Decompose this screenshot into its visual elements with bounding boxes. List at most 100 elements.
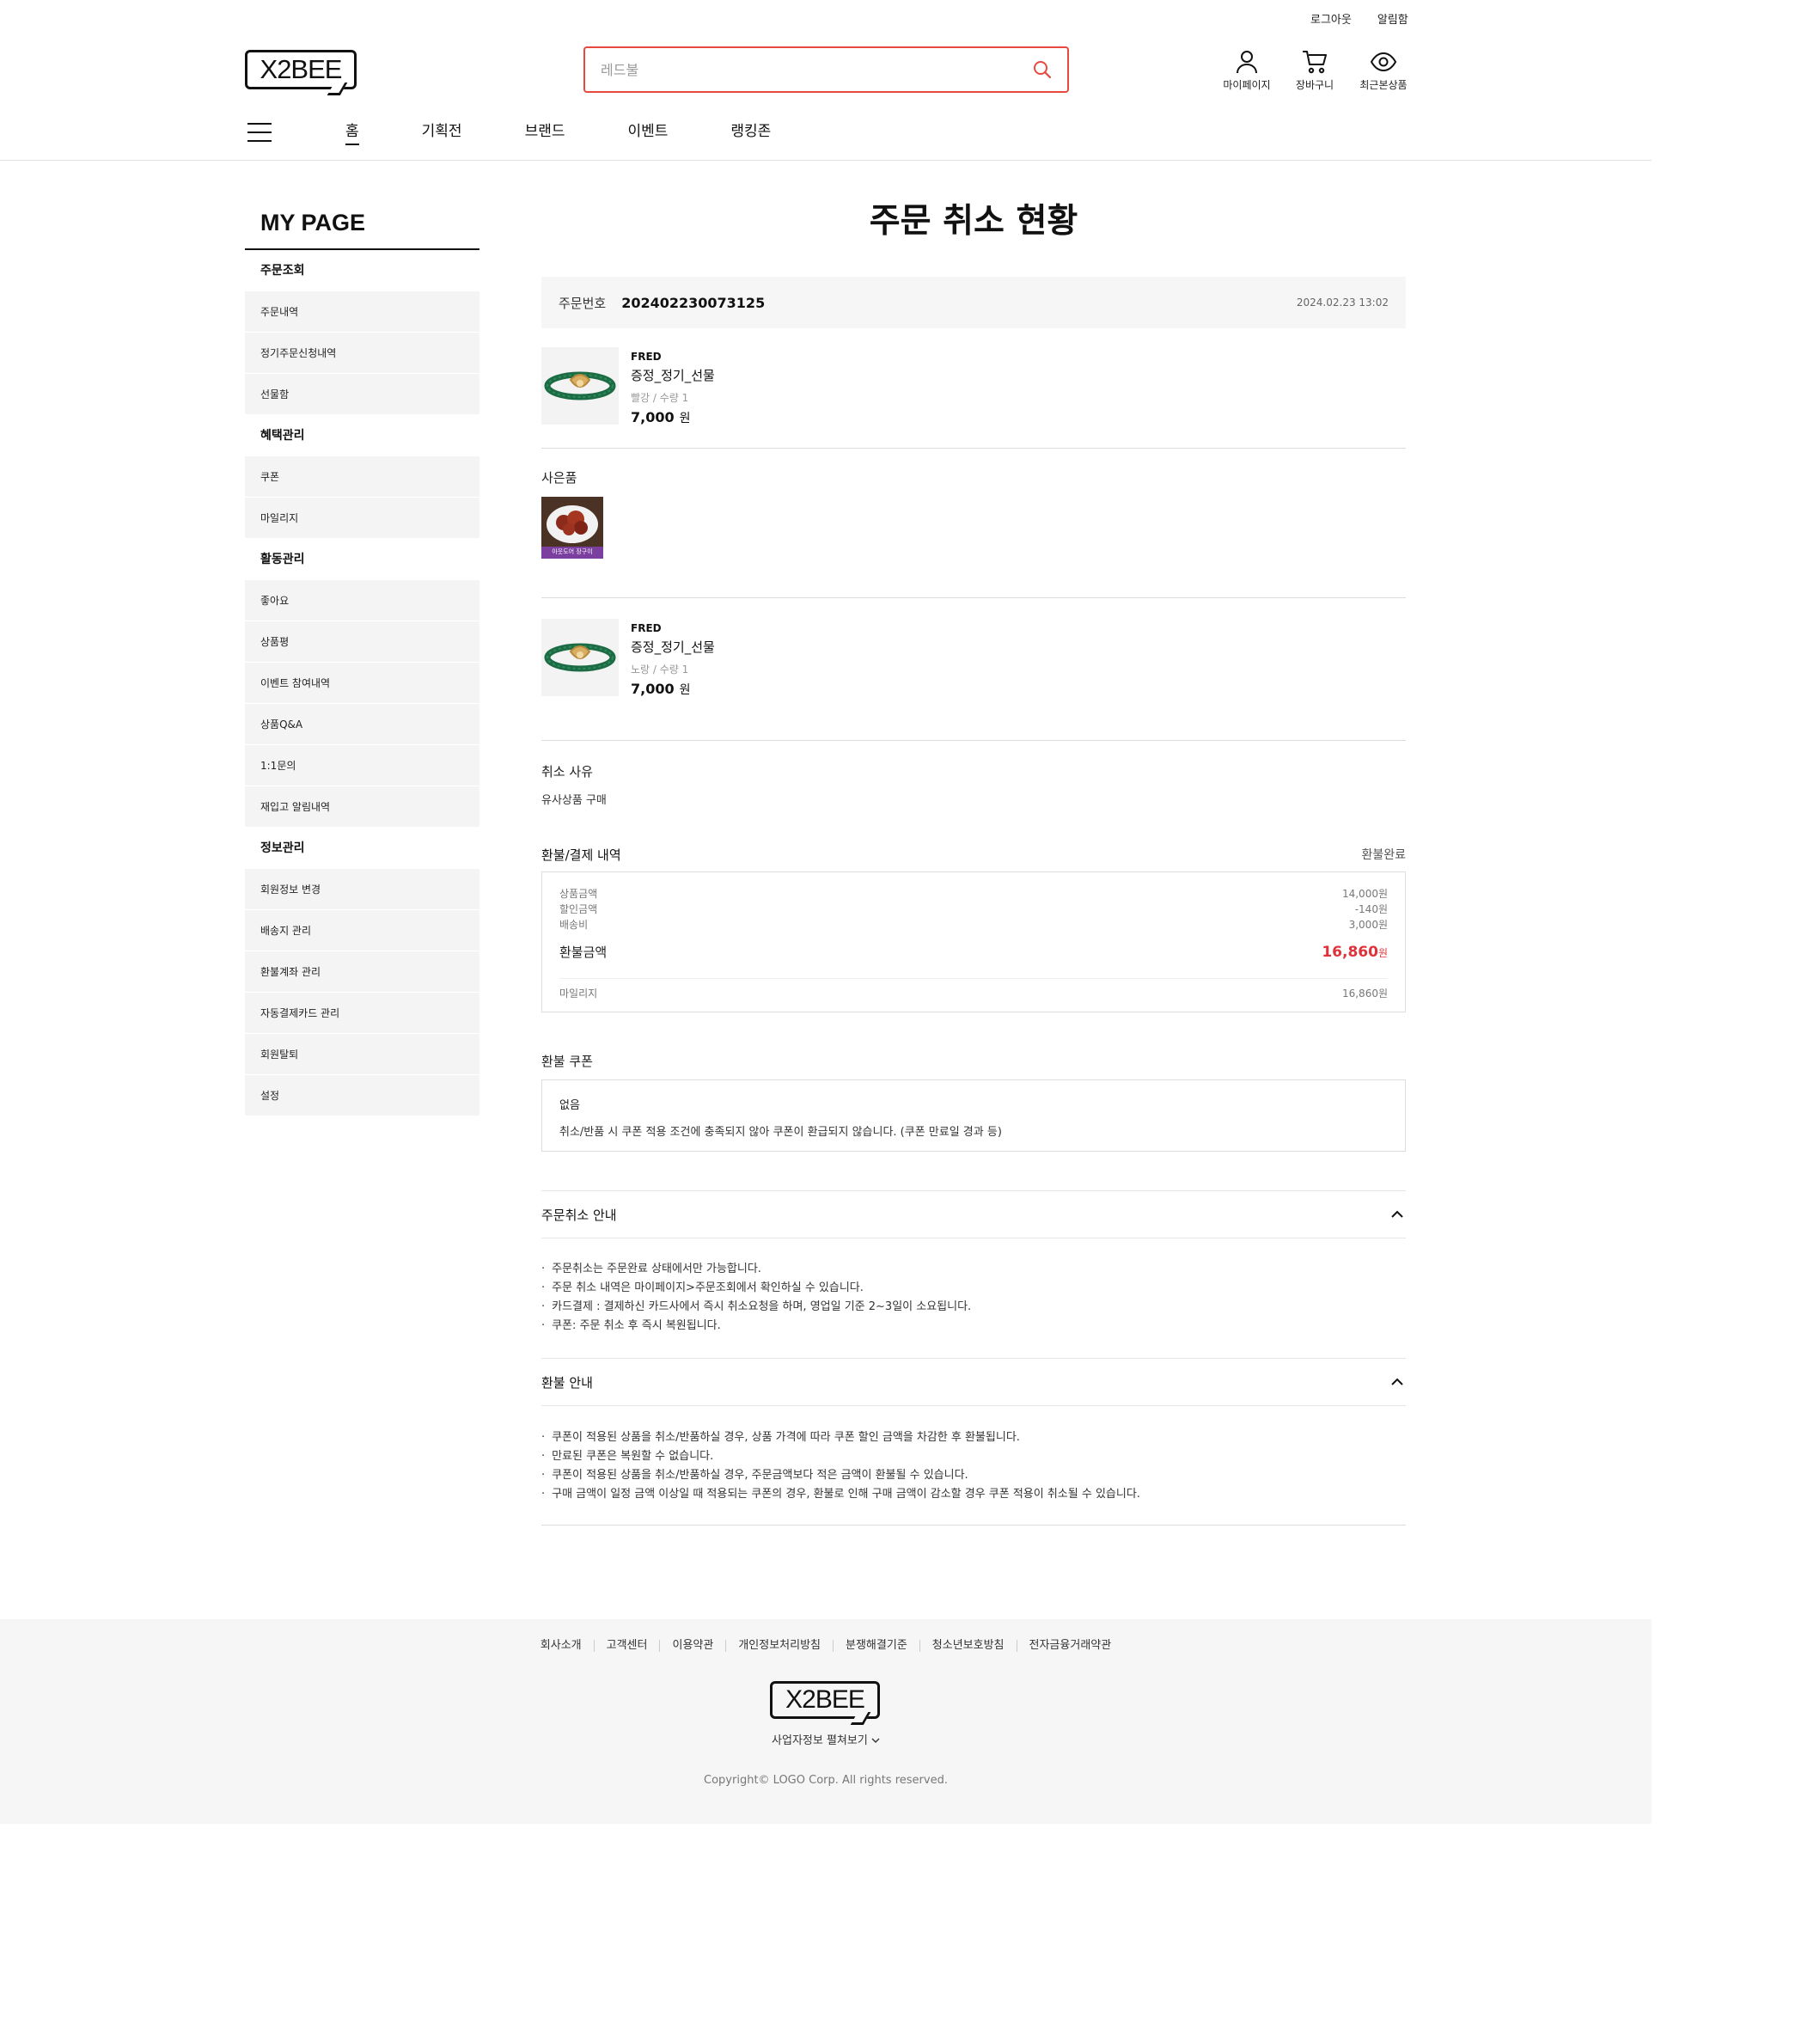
footer-links: 회사소개 고객센터 이용약관 개인정보처리방침 분쟁해결기준 청소년보호방침 전… — [0, 1640, 1652, 1652]
product-name: 증정_정기_선물 — [631, 639, 715, 655]
list-item: 쿠폰이 적용된 상품을 취소/반품하실 경우, 상품 가격에 따라 쿠폰 할인 … — [541, 1428, 1140, 1447]
sidebar-group-orders: 주문조회 — [260, 264, 305, 278]
mypage-button[interactable]: 마이페이지 — [1212, 50, 1281, 92]
cancel-reason-label: 취소 사유 — [541, 764, 593, 780]
nav-home[interactable]: 홈 — [345, 119, 359, 145]
nav-brand[interactable]: 브랜드 — [525, 119, 565, 145]
cart-icon — [1303, 51, 1327, 74]
product-price: 7,000 원 — [631, 681, 691, 698]
eye-icon — [1370, 52, 1397, 72]
sidebar-item-order-history[interactable]: 주문내역 — [245, 291, 479, 333]
list-item: 만료된 쿠폰은 복원할 수 없습니다. — [541, 1447, 1140, 1466]
sidebar-item-product-qna[interactable]: 상품Q&A — [245, 704, 479, 745]
business-info-toggle[interactable]: 사업자정보 펼쳐보기 — [0, 1731, 1652, 1747]
list-item: 쿠폰: 주문 취소 후 즉시 복원됩니다. — [541, 1317, 971, 1336]
nav-event[interactable]: 이벤트 — [627, 119, 668, 145]
footer-link-terms[interactable]: 이용약관 — [659, 1640, 725, 1652]
refund-guide-toggle[interactable]: 환불 안내 — [541, 1358, 1406, 1406]
main-nav: 홈 기획전 브랜드 이벤트 랭킹존 — [247, 119, 834, 145]
sidebar-item-restock-alerts[interactable]: 재입고 알림내역 — [245, 786, 479, 828]
sidebar-group-benefits: 혜택관리 — [260, 429, 305, 443]
row-label: 상품금액 — [559, 888, 598, 900]
list-item: 주문취소는 주문완료 상태에서만 가능합니다. — [541, 1260, 971, 1279]
footer-link-dispute[interactable]: 분쟁해결기준 — [833, 1640, 919, 1652]
cart-button[interactable]: 장바구니 — [1280, 50, 1349, 92]
hamburger-menu-icon[interactable] — [247, 122, 272, 142]
sidebar-item-events[interactable]: 이벤트 참여내역 — [245, 663, 479, 704]
refund-header: 환불/결제 내역 환불완료 — [541, 846, 1406, 864]
order-info-bar: 주문번호 202402230073125 2024.02.23 13:02 — [541, 277, 1406, 328]
product-item[interactable]: FRED 증정_정기_선물 노랑 / 수량 1 7,000 원 — [541, 619, 1406, 698]
utility-links: 로그아웃 알림함 — [1310, 10, 1408, 27]
nav-exhibition[interactable]: 기획전 — [422, 119, 462, 145]
search-input[interactable] — [601, 61, 1033, 78]
footer-link-company[interactable]: 회사소개 — [528, 1640, 594, 1652]
sidebar-item-addresses[interactable]: 배송지 관리 — [245, 910, 479, 951]
mileage-value: 16,860원 — [1341, 988, 1388, 1000]
refund-row: 할인금액 -140원 — [559, 902, 1388, 917]
refund-guide-title: 환불 안내 — [541, 1374, 593, 1391]
cancel-guide-title: 주문취소 안내 — [541, 1207, 617, 1223]
sidebar-item-reviews[interactable]: 상품평 — [245, 621, 479, 663]
sidebar-item-subscription[interactable]: 정기주문신청내역 — [245, 333, 479, 374]
nav-ranking[interactable]: 랭킹존 — [730, 119, 771, 145]
sidebar-item-likes[interactable]: 좋아요 — [245, 580, 479, 621]
sidebar-item-auto-pay-card[interactable]: 자동결제카드 관리 — [245, 993, 479, 1034]
footer-link-youth[interactable]: 청소년보호방침 — [919, 1640, 1017, 1652]
divider — [541, 740, 1406, 741]
logo[interactable]: X2BEE — [245, 50, 357, 89]
sidebar-item-profile[interactable]: 회원정보 변경 — [245, 869, 479, 910]
sidebar-item-withdraw[interactable]: 회원탈퇴 — [245, 1034, 479, 1075]
refund-guide-list: 쿠폰이 적용된 상품을 취소/반품하실 경우, 상품 가격에 따라 쿠폰 할인 … — [541, 1428, 1140, 1504]
product-brand: FRED — [631, 622, 662, 634]
user-icon — [1237, 51, 1257, 74]
cancel-guide-list: 주문취소는 주문완료 상태에서만 가능합니다. 주문 취소 내역은 마이페이지>… — [541, 1260, 971, 1336]
price-value: 7,000 — [631, 409, 675, 425]
recent-items-button[interactable]: 최근본상품 — [1349, 50, 1418, 92]
sidebar-item-coupon[interactable]: 쿠폰 — [245, 456, 479, 498]
list-item: 구매 금액이 일정 금액 이상일 때 적용되는 쿠폰의 경우, 환불로 인해 구… — [541, 1485, 1140, 1504]
product-item[interactable]: FRED 증정_정기_선물 빨강 / 수량 1 7,000 원 — [541, 347, 1406, 426]
divider — [541, 597, 1406, 598]
business-info-label: 사업자정보 펼쳐보기 — [772, 1734, 868, 1747]
footer-link-support[interactable]: 고객센터 — [593, 1640, 660, 1652]
refund-status: 환불완료 — [1361, 848, 1406, 862]
coupon-none: 없음 — [559, 1099, 580, 1112]
header-divider — [0, 160, 1652, 161]
cart-label: 장바구니 — [1295, 79, 1334, 91]
product-option: 빨강 / 수량 1 — [631, 392, 689, 404]
sidebar-item-refund-account[interactable]: 환불계좌 관리 — [245, 951, 479, 993]
total-amount: 16,860 — [1322, 944, 1378, 961]
footer-link-privacy[interactable]: 개인정보처리방침 — [725, 1640, 833, 1652]
sidebar-title: MY PAGE — [245, 210, 479, 250]
sidebar-item-inquiry[interactable]: 1:1문의 — [245, 745, 479, 786]
refund-row: 배송비 3,000원 — [559, 917, 1388, 933]
product-name: 증정_정기_선물 — [631, 368, 715, 383]
sidebar-item-settings[interactable]: 설정 — [245, 1075, 479, 1116]
list-item: 카드결제 : 결제하신 카드사에서 즉시 취소요청을 하며, 영업일 기준 2~… — [541, 1298, 971, 1317]
notification-link[interactable]: 알림함 — [1377, 10, 1408, 27]
price-unit: 원 — [679, 412, 691, 425]
search-icon[interactable] — [1033, 60, 1052, 79]
page-title: 주문 취소 현황 — [869, 202, 1078, 241]
footer-link-efinance[interactable]: 전자금융거래약관 — [1016, 1640, 1124, 1652]
row-value: 3,000원 — [1348, 919, 1388, 931]
row-value: 14,000원 — [1341, 888, 1388, 900]
order-number-label: 주문번호 — [559, 295, 607, 311]
sidebar-group-activity: 활동관리 — [260, 553, 305, 566]
sidebar-item-gift-box[interactable]: 선물함 — [245, 374, 479, 415]
sidebar-item-mileage[interactable]: 마일리지 — [245, 498, 479, 539]
cancel-reason: 유사상품 구매 — [541, 794, 607, 807]
mileage-label: 마일리지 — [559, 988, 598, 1000]
refund-row: 상품금액 14,000원 — [559, 886, 1388, 902]
product-price: 7,000 원 — [631, 409, 691, 426]
order-date: 2024.02.23 13:02 — [1296, 297, 1389, 309]
cancel-guide-toggle[interactable]: 주문취소 안내 — [541, 1190, 1406, 1238]
refund-mileage: 마일리지 16,860원 — [559, 978, 1388, 1000]
list-item: 주문 취소 내역은 마이페이지>주문조회에서 확인하실 수 있습니다. — [541, 1279, 971, 1298]
chevron-up-icon — [1391, 1378, 1403, 1385]
product-brand: FRED — [631, 351, 662, 363]
gift-label: 사은품 — [541, 470, 577, 486]
order-number: 202402230073125 — [621, 294, 766, 311]
logout-link[interactable]: 로그아웃 — [1310, 10, 1352, 27]
